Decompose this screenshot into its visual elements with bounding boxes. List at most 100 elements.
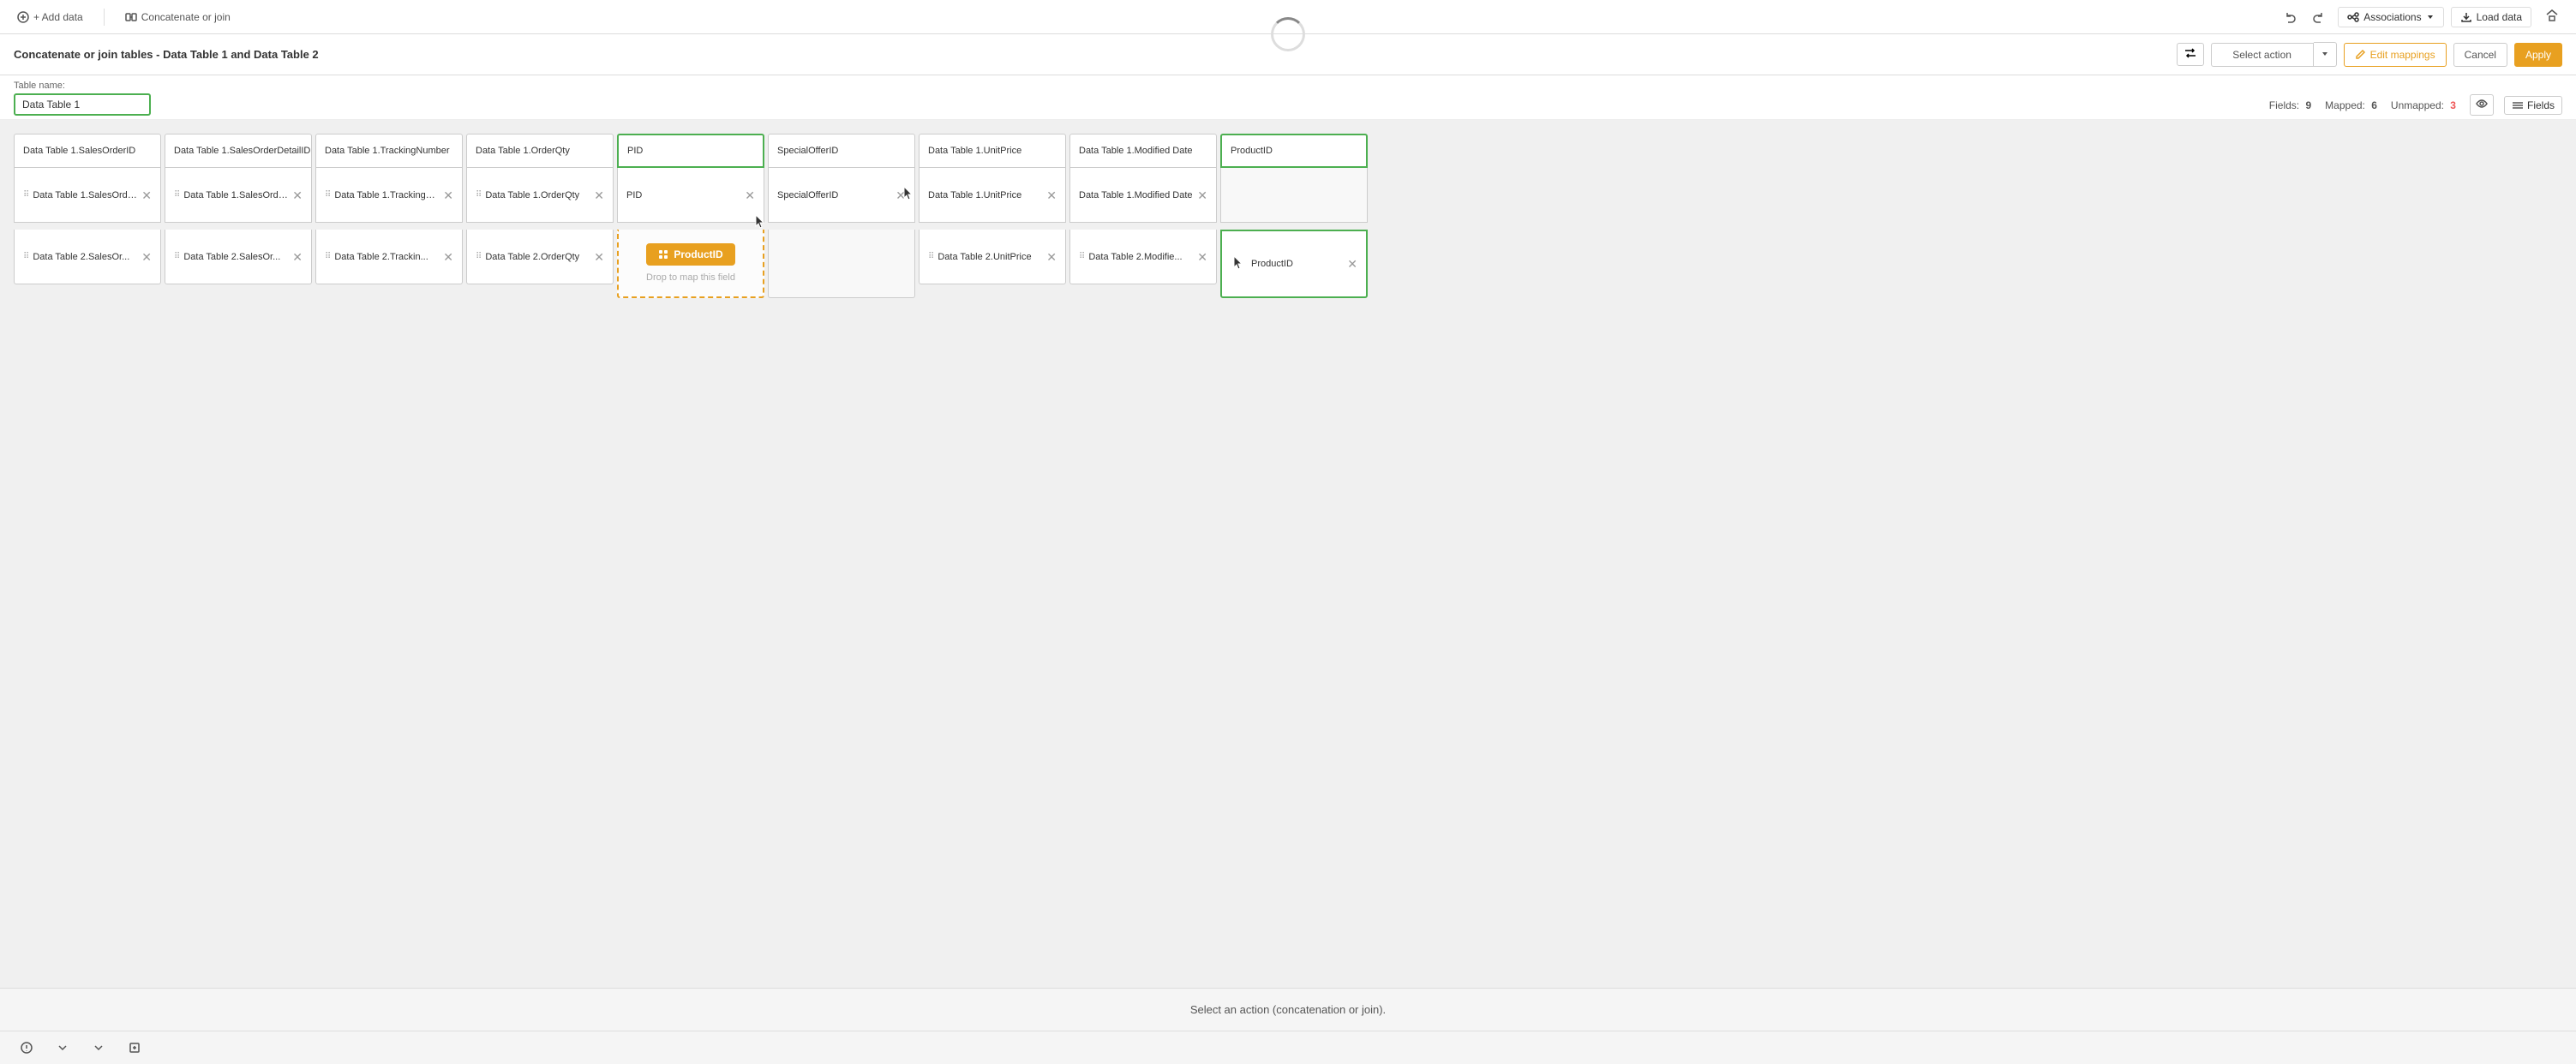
header-actions: Select action Edit mappings Cancel Apply [2211, 42, 2562, 67]
drag-handle[interactable]: ⠿ [23, 252, 29, 261]
undo-button[interactable] [2278, 8, 2303, 27]
select-action-button[interactable]: Select action [2211, 43, 2314, 67]
remove-button[interactable]: ✕ [292, 189, 303, 201]
remove-button[interactable]: ✕ [292, 251, 303, 263]
drag-handle[interactable]: ⠿ [476, 252, 482, 261]
row1-trackingnumber: ⠿ Data Table 1.TrackingNu... ✕ [315, 168, 463, 223]
drop-zone-cell[interactable]: ProductID Drop to map this field [617, 230, 764, 298]
concatenate-join-button[interactable]: Concatenate or join [118, 8, 237, 27]
remove-button[interactable]: ✕ [1046, 189, 1057, 201]
cell-text: Data Table 2.SalesOr... [33, 252, 138, 262]
row-separator [165, 223, 312, 230]
col-salesorderid: Data Table 1.SalesOrderID ⠿ Data Table 1… [14, 134, 161, 298]
col-salesorderdetailid: Data Table 1.SalesOrderDetailID ⠿ Data T… [165, 134, 312, 298]
drag-handle[interactable]: ⠿ [476, 190, 482, 200]
bottom-icon-1[interactable] [14, 1038, 39, 1057]
drag-handle[interactable]: ⠿ [1079, 252, 1085, 261]
remove-button[interactable]: ✕ [443, 189, 453, 201]
col-header-specialofferid: SpecialOfferID [768, 134, 915, 168]
unmapped-info: Unmapped: 3 [2391, 99, 2459, 111]
table-name-label: Table name: [14, 81, 151, 91]
apply-button[interactable]: Apply [2514, 43, 2562, 67]
home-button[interactable] [2538, 5, 2566, 28]
cell-text: Data Table 1.SalesOrderID [33, 190, 138, 200]
bottom-icon-4[interactable] [122, 1038, 147, 1057]
eye-toggle-button[interactable] [2470, 94, 2494, 116]
cell-text: Data Table 1.OrderQty [485, 190, 590, 200]
main-content: Data Table 1.SalesOrderID ⠿ Data Table 1… [0, 120, 2576, 988]
row-separator [315, 223, 463, 230]
select-action-wrapper: Select action [2211, 42, 2337, 67]
row-separator [617, 223, 764, 230]
remove-button[interactable]: ✕ [141, 189, 152, 201]
row1-specialofferid: SpecialOfferID ✕ [768, 168, 915, 223]
remove-button[interactable]: ✕ [745, 189, 755, 201]
swap-tables-button[interactable] [2177, 43, 2204, 66]
drag-handle[interactable]: ⠿ [325, 190, 331, 200]
remove-button[interactable]: ✕ [443, 251, 453, 263]
remove-button[interactable]: ✕ [1197, 251, 1207, 263]
drag-handle[interactable]: ⠿ [928, 252, 934, 261]
page-title: Concatenate or join tables - Data Table … [14, 48, 2170, 61]
row-separator [1069, 223, 1217, 230]
remove-button[interactable]: ✕ [1347, 258, 1357, 270]
select-action-dropdown-button[interactable] [2314, 42, 2337, 67]
row1-pid: PID ✕ [617, 168, 764, 223]
remove-button[interactable]: ✕ [594, 189, 604, 201]
col-productid: ProductID ProductID ✕ [1220, 134, 1368, 298]
col-header-productid: ProductID [1220, 134, 1368, 168]
bottom-icon-3[interactable] [86, 1038, 111, 1057]
drag-handle[interactable]: ⠿ [174, 190, 180, 200]
table-name-section: Table name: [14, 81, 151, 116]
fields-total-info: Fields: 9 [2269, 99, 2315, 111]
edit-mappings-button[interactable]: Edit mappings [2344, 43, 2447, 67]
cell-text: Data Table 1.TrackingNu... [334, 190, 440, 200]
undo-redo-group [2278, 8, 2331, 27]
row1-salesorderdetailid: ⠿ Data Table 1.SalesOrder... ✕ [165, 168, 312, 223]
associations-button[interactable]: Associations [2338, 7, 2443, 27]
col-pid: PID PID ✕ ProductID [617, 134, 764, 298]
cell-text: SpecialOfferID [777, 190, 892, 200]
cell-text: PID [626, 190, 741, 200]
remove-button[interactable]: ✕ [141, 251, 152, 263]
cursor-on-cell [899, 185, 920, 206]
bottom-icon-2[interactable] [50, 1038, 75, 1057]
drag-handle[interactable]: ⠿ [174, 252, 180, 261]
col-modifieddate: Data Table 1.Modified Date Data Table 1.… [1069, 134, 1217, 298]
row2-productid: ProductID ✕ [1220, 230, 1368, 298]
remove-button[interactable]: ✕ [1046, 251, 1057, 263]
remove-button[interactable]: ✕ [1197, 189, 1207, 201]
row-separator [1220, 223, 1368, 230]
cell-text: Data Table 1.SalesOrder... [183, 190, 289, 200]
col-orderqty: Data Table 1.OrderQty ⠿ Data Table 1.Ord… [466, 134, 614, 298]
bottom-message: Select an action (concatenation or join)… [1190, 1003, 1386, 1016]
cell-text: Data Table 2.Modifie... [1088, 252, 1194, 262]
fields-toggle-button[interactable]: Fields [2504, 96, 2562, 115]
cell-text: Data Table 2.Trackin... [334, 252, 440, 262]
cancel-button[interactable]: Cancel [2453, 43, 2507, 67]
col-header-pid: PID [617, 134, 764, 168]
drag-handle[interactable]: ⠿ [23, 190, 29, 200]
row-separator [466, 223, 614, 230]
row2-salesorderid: ⠿ Data Table 2.SalesOr... ✕ [14, 230, 161, 284]
add-data-button[interactable]: + Add data [10, 8, 90, 27]
row1-salesorderid: ⠿ Data Table 1.SalesOrderID ✕ [14, 168, 161, 223]
row-separator [768, 223, 915, 230]
redo-button[interactable] [2305, 8, 2331, 27]
col-header-modifieddate: Data Table 1.Modified Date [1069, 134, 1217, 168]
cell-text: Data Table 2.OrderQty [485, 252, 590, 262]
cell-text: Data Table 2.UnitPrice [938, 252, 1043, 262]
drag-handle[interactable]: ⠿ [325, 252, 331, 261]
toolbar-right: Associations Load data [2278, 5, 2566, 28]
bottom-bar: Select an action (concatenation or join)… [0, 988, 2576, 1031]
load-data-button[interactable]: Load data [2451, 7, 2531, 27]
table-name-input[interactable] [14, 93, 151, 116]
row2-salesorderdetailid: ⠿ Data Table 2.SalesOr... ✕ [165, 230, 312, 284]
row-separator [14, 223, 161, 230]
remove-button[interactable]: ✕ [594, 251, 604, 263]
fields-info-bar: Fields: 9 Mapped: 6 Unmapped: 3 [2269, 94, 2562, 116]
row2-specialofferid-empty [768, 230, 915, 298]
cell-text: ProductID [1251, 259, 1344, 269]
drop-text: Drop to map this field [646, 272, 735, 283]
row-separator [919, 223, 1066, 230]
